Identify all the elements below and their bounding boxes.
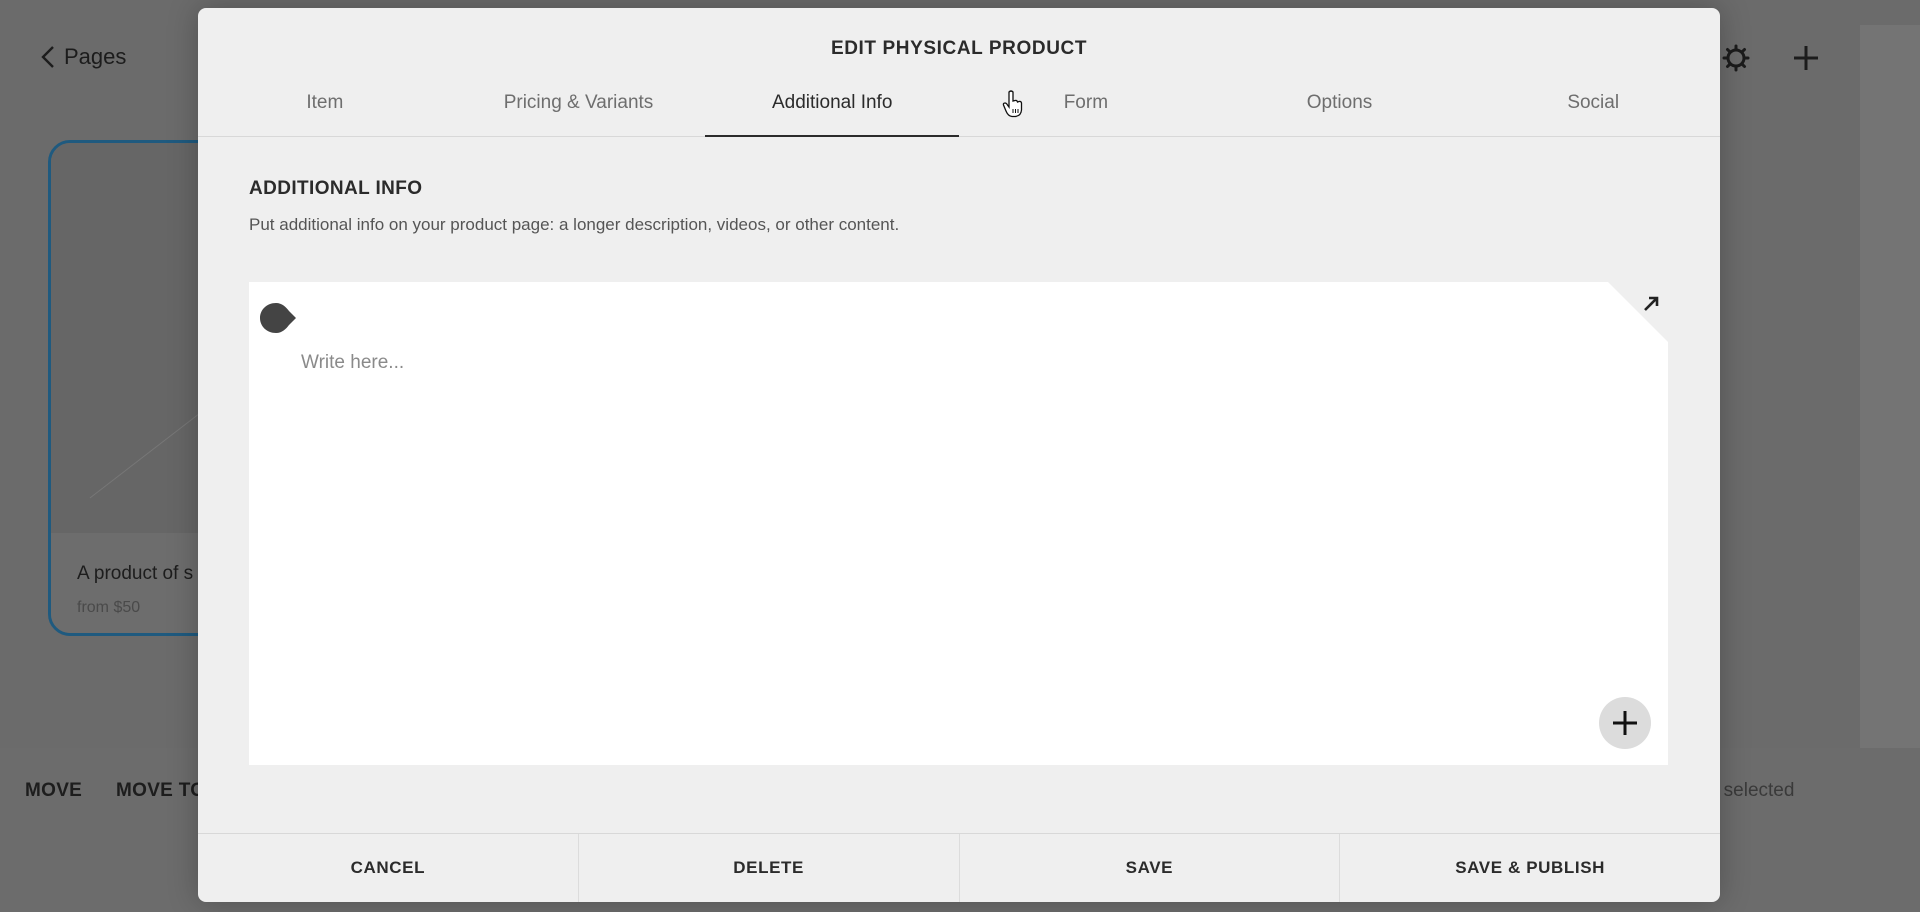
add-block-button[interactable] [1599,697,1651,749]
tab-options[interactable]: Options [1213,70,1467,136]
back-to-pages-link[interactable]: Pages [40,44,126,70]
dialog-title: EDIT PHYSICAL PRODUCT [830,38,1088,59]
tab-label: Pricing & Variants [503,92,654,113]
tab-label: Additional Info [771,92,893,113]
tab-bar: Item Pricing & Variants Additional Info … [198,70,1720,137]
tab-label: Options [1306,92,1373,113]
cancel-button[interactable]: CANCEL [198,834,579,902]
save-button[interactable]: SAVE [960,834,1341,902]
tab-form[interactable]: Form [959,70,1213,136]
tab-label: Social [1567,92,1620,113]
chevron-left-icon [41,46,54,68]
tab-item[interactable]: Item [198,70,452,136]
expand-icon[interactable] [1639,292,1663,316]
section-heading: ADDITIONAL INFO [249,178,423,199]
edit-product-dialog: EDIT PHYSICAL PRODUCT Item Pricing & Var… [198,8,1720,902]
tab-additional-info[interactable]: Additional Info [705,70,959,137]
move-button[interactable]: MOVE [25,780,82,802]
tab-social[interactable]: Social [1466,70,1720,136]
plus-icon [1613,711,1637,735]
top-toolbar [1722,44,1820,72]
plus-icon[interactable] [1792,44,1820,72]
save-and-publish-button[interactable]: SAVE & PUBLISH [1340,834,1720,902]
tab-label: Item [306,92,344,113]
delete-button[interactable]: DELETE [579,834,960,902]
move-to-button[interactable]: MOVE TO [116,780,205,802]
gear-icon[interactable] [1722,44,1750,72]
tab-pricing-variants[interactable]: Pricing & Variants [452,70,706,136]
right-side-panel [1860,25,1920,833]
rich-text-editor[interactable]: Write here... [249,282,1668,765]
tab-label: Form [1063,92,1109,113]
drag-handle-icon[interactable] [259,302,297,334]
section-description: Put additional info on your product page… [249,215,900,234]
dialog-footer: CANCEL DELETE SAVE SAVE & PUBLISH [198,833,1720,902]
back-link-label: Pages [64,44,127,69]
editor-placeholder[interactable]: Write here... [301,352,404,374]
